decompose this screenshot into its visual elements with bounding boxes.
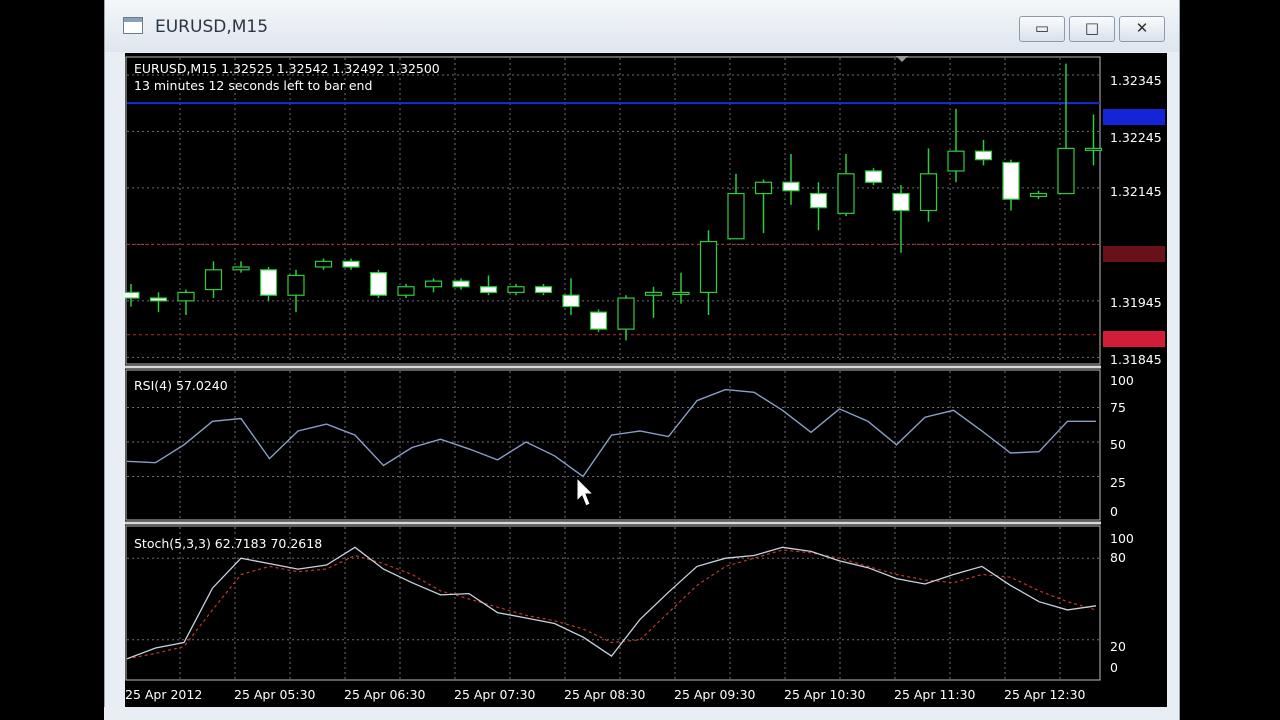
- stoch-level-label: 0: [1110, 660, 1118, 675]
- price-label: 1.32245: [1110, 130, 1162, 145]
- bull-candle: [397, 286, 415, 296]
- time-label: 25 Apr 2012: [125, 687, 202, 702]
- bar-countdown: 13 minutes 12 seconds left to bar end: [134, 78, 372, 93]
- bear-candle: [369, 272, 388, 296]
- stoch-label: Stoch(5,3,3) 62.7183 70.2618: [134, 536, 322, 551]
- minimize-button[interactable]: ▭: [1019, 16, 1065, 42]
- bear-candle: [809, 192, 828, 209]
- bull-candle: [947, 150, 965, 172]
- bear-candle: [864, 170, 883, 183]
- rsi-series-line: [126, 388, 1096, 478]
- bull-candle: [232, 266, 250, 271]
- bear-candle: [974, 150, 993, 161]
- time-label: 25 Apr 06:30: [344, 687, 426, 702]
- time-label: 25 Apr 07:30: [454, 687, 536, 702]
- blue-line-price-tag: [1103, 109, 1165, 125]
- bear-candle: [259, 269, 278, 296]
- bull-candle: [1057, 147, 1075, 195]
- bull-candle: [727, 192, 745, 240]
- time-label: 25 Apr 12:30: [1004, 687, 1086, 702]
- bear-candle: [1002, 161, 1020, 200]
- bear-candle: [892, 192, 910, 212]
- bull-candle: [672, 291, 690, 295]
- close-button[interactable]: ✕: [1119, 16, 1165, 42]
- bear-candle: [782, 181, 800, 192]
- bull-candle: [617, 297, 635, 330]
- bear-candle: [479, 286, 498, 293]
- price-label: 1.32345: [1110, 73, 1162, 88]
- maximize-button[interactable]: □: [1069, 16, 1115, 42]
- bear-candle: [149, 297, 168, 302]
- price-label: 1.31845: [1110, 352, 1162, 367]
- bull-candle: [424, 280, 443, 288]
- bull-candle: [177, 291, 195, 302]
- time-label: 25 Apr 08:30: [564, 687, 646, 702]
- stoch-level-label: 100: [1110, 531, 1134, 546]
- bull-candle: [644, 291, 663, 296]
- stoch-level-label: 80: [1110, 550, 1126, 565]
- stoch-level-label: 20: [1110, 639, 1126, 654]
- rsi-label: RSI(4) 57.0240: [134, 378, 228, 393]
- price-label: 1.31945: [1110, 295, 1162, 310]
- price-label: 1.32145: [1110, 184, 1162, 199]
- bear-candle: [534, 286, 553, 293]
- rsi-level-label: 100: [1110, 373, 1134, 388]
- rsi-level-label: 75: [1110, 400, 1126, 415]
- bull-candle: [1029, 192, 1048, 197]
- rsi-level-label: 25: [1110, 475, 1126, 490]
- title-bar[interactable]: EURUSD,M15 ▭ □ ✕: [105, 0, 1179, 52]
- bear-candle: [122, 291, 140, 299]
- rsi-level-label: 0: [1110, 504, 1118, 519]
- bull-candle: [314, 260, 333, 268]
- shift-marker-icon[interactable]: [896, 56, 908, 62]
- bear-candle: [589, 311, 608, 330]
- bear-candle: [452, 280, 470, 288]
- time-label: 25 Apr 10:30: [784, 687, 866, 702]
- time-label: 25 Apr 11:30: [894, 687, 976, 702]
- mouse-cursor-icon: [576, 476, 595, 507]
- rsi-panel-frame: [125, 369, 1101, 521]
- rsi-level-label: 50: [1110, 437, 1126, 452]
- price-panel-header: EURUSD,M15 1.32525 1.32542 1.32492 1.325…: [134, 61, 440, 76]
- time-label: 25 Apr 05:30: [234, 687, 316, 702]
- red-line-price-tag: [1103, 331, 1165, 347]
- bull-candle: [837, 173, 855, 214]
- bear-candle: [562, 294, 580, 308]
- bull-candle: [754, 181, 773, 195]
- bear-candle: [342, 260, 360, 268]
- bull-candle: [919, 173, 938, 212]
- bull-candle: [204, 269, 223, 291]
- red-line-price-tag: [1103, 246, 1165, 262]
- window-bottom-border: [104, 707, 1178, 720]
- bull-candle: [287, 274, 305, 296]
- chart-window-icon: [123, 17, 143, 34]
- chart-area[interactable]: EURUSD,M15 1.32525 1.32542 1.32492 1.325…: [122, 53, 1167, 707]
- window-title: EURUSD,M15: [155, 17, 269, 37]
- bull-candle: [507, 286, 525, 293]
- time-label: 25 Apr 09:30: [674, 687, 756, 702]
- bull-candle: [1084, 147, 1103, 151]
- stoch-signal-line: [126, 549, 1097, 660]
- chart-canvas[interactable]: EURUSD,M15 1.32525 1.32542 1.32492 1.325…: [122, 53, 1167, 707]
- bull-candle: [699, 240, 718, 293]
